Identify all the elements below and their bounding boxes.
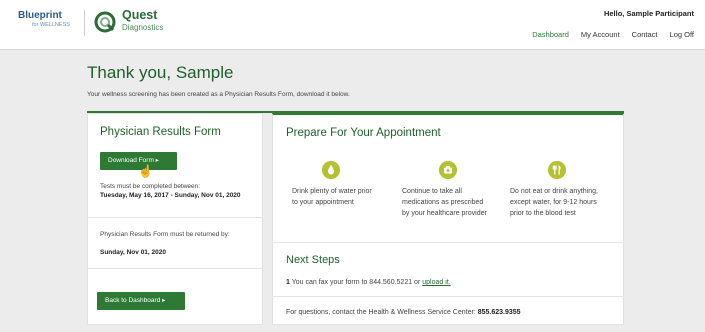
- top-navigation: Dashboard My Account Contact Log Off: [532, 30, 694, 39]
- card-separator: [88, 217, 262, 218]
- site-header: Blueprint for WELLNESS Quest Diagnostics…: [0, 0, 705, 50]
- upload-link[interactable]: upload it.: [422, 279, 450, 286]
- no-food-icon: [548, 161, 566, 179]
- blueprint-logo-text: Blueprint: [18, 10, 62, 21]
- medication-icon: [439, 161, 457, 179]
- quest-logo-subtext: Diagnostics: [122, 23, 164, 32]
- physician-results-card: Physician Results Form Download Form ▸ ☝…: [87, 113, 263, 325]
- user-greeting: Hello, Sample Participant: [603, 9, 694, 18]
- tip-medication-text: Continue to take all medications as pres…: [402, 188, 487, 217]
- nav-contact[interactable]: Contact: [632, 30, 658, 39]
- return-by-label: Physician Results Form must be returned …: [100, 231, 230, 238]
- card-separator: [273, 296, 623, 297]
- next-steps-title: Next Steps: [286, 254, 340, 266]
- card-separator: [273, 242, 623, 243]
- physician-results-title: Physician Results Form: [100, 126, 221, 138]
- return-by-date: Sunday, Nov 01, 2020: [100, 249, 166, 256]
- quest-logo-name: Quest: [122, 8, 158, 22]
- step-number: 1: [286, 279, 290, 286]
- prepare-appointment-card: Prepare For Your Appointment Drink plent…: [272, 113, 624, 325]
- page-title: Thank you, Sample: [87, 63, 234, 82]
- fax-text: You can fax your form to 844.560.5221 or: [291, 279, 421, 286]
- logo-divider: [84, 10, 85, 36]
- blueprint-logo[interactable]: Blueprint for WELLNESS: [18, 10, 88, 36]
- hand-cursor-icon: ☝: [138, 164, 153, 178]
- water-drop-icon: [322, 161, 340, 179]
- tests-completed-dates: Tuesday, May 16, 2017 - Sunday, Nov 01, …: [100, 192, 241, 199]
- back-to-dashboard-button[interactable]: Back to Dashboard ▸: [97, 292, 185, 310]
- questions-contact: For questions, contact the Health & Well…: [286, 309, 521, 316]
- page-subtitle: Your wellness screening has been created…: [87, 91, 350, 98]
- service-center-phone[interactable]: 855.623.9355: [478, 309, 521, 316]
- blueprint-logo-subtext: for WELLNESS: [32, 22, 70, 28]
- quest-logo-icon: [94, 11, 116, 33]
- nav-log-off[interactable]: Log Off: [670, 30, 694, 39]
- fax-instructions: 1 You can fax your form to 844.560.5221 …: [286, 279, 451, 286]
- card-separator: [88, 268, 262, 269]
- tip-water-text: Drink plenty of water prior to your appo…: [292, 188, 372, 206]
- prepare-appointment-title: Prepare For Your Appointment: [286, 127, 441, 139]
- nav-dashboard[interactable]: Dashboard: [532, 30, 569, 39]
- tip-fasting-text: Do not eat or drink anything, except wat…: [510, 188, 598, 217]
- questions-text: For questions, contact the Health & Well…: [286, 309, 476, 316]
- tests-completed-label: Tests must be completed between:: [100, 183, 201, 190]
- nav-my-account[interactable]: My Account: [581, 30, 620, 39]
